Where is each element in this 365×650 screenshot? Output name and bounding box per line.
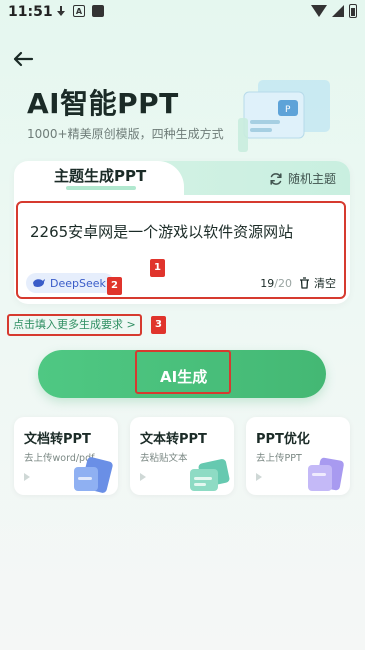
download-icon (56, 5, 66, 19)
play-icon (24, 473, 30, 481)
status-time: 11:51 (8, 4, 53, 20)
wifi-icon (311, 5, 327, 17)
clear-button[interactable]: 清空 (299, 275, 336, 291)
model-label: DeepSeek (50, 276, 106, 290)
tool-title: PPT优化 (256, 432, 310, 447)
annotation-badge-1: 1 (150, 259, 165, 277)
page-title: AI智能PPT (27, 87, 179, 120)
random-topic-label: 随机主题 (287, 172, 336, 186)
svg-text:P: P (285, 105, 291, 115)
annotation-badge-2: 2 (107, 277, 122, 295)
annotation-badge-3: 3 (151, 316, 166, 334)
ppt-file-icon (308, 457, 344, 491)
tool-cards: 文档转PPT 去上传word/pdf 文本转PPT 去粘贴文本 PPT优化 去上… (14, 417, 350, 495)
a-notification-icon: A (73, 5, 85, 17)
refresh-icon (270, 172, 282, 185)
tab-label: 主题生成PPT (54, 167, 147, 185)
ppt-illustration-icon: P (238, 80, 330, 152)
model-selector[interactable]: DeepSeek (26, 273, 114, 293)
tool-card-text-to-ppt[interactable]: 文本转PPT 去粘贴文本 (130, 417, 234, 495)
tool-subtitle: 去粘贴文本 (140, 453, 188, 464)
char-counter: 19/20 (260, 277, 292, 290)
more-requirements-link[interactable]: 点击填入更多生成要求 > (7, 314, 142, 336)
tab-underline (66, 186, 136, 190)
app-notification-icon (92, 5, 104, 17)
tool-title: 文本转PPT (140, 432, 207, 447)
tool-subtitle: 去上传PPT (256, 453, 302, 464)
tab-topic-generate[interactable]: 主题生成PPT (14, 161, 184, 197)
play-icon (256, 473, 262, 481)
clear-label: 清空 (314, 277, 336, 290)
prompt-input[interactable]: 2265安卓网是一个游戏以软件资源网站 DeepSeek 19/20 清空 (16, 201, 346, 299)
tool-title: 文档转PPT (24, 432, 91, 447)
tool-card-doc-to-ppt[interactable]: 文档转PPT 去上传word/pdf (14, 417, 118, 495)
char-count: 19 (260, 277, 275, 290)
whale-icon (33, 279, 45, 287)
signal-icon (332, 5, 344, 17)
ai-generate-label: AI生成 (160, 368, 208, 386)
play-icon (140, 473, 146, 481)
tool-card-ppt-optimize[interactable]: PPT优化 去上传PPT (246, 417, 350, 495)
back-arrow-icon (13, 51, 34, 67)
char-max: /20 (274, 277, 292, 290)
prompt-text[interactable]: 2265安卓网是一个游戏以软件资源网站 (30, 221, 293, 242)
text-paste-icon (190, 459, 230, 491)
status-bar: 11:51 A (0, 0, 365, 26)
document-icon (74, 457, 113, 493)
back-button[interactable] (12, 50, 34, 68)
page-subtitle: 1000+精美原创模版，四种生成方式 (27, 127, 224, 141)
prompt-card: 主题生成PPT 随机主题 2265安卓网是一个游戏以软件资源网站 DeepSee… (14, 161, 350, 304)
trash-icon (300, 277, 309, 289)
random-topic-button[interactable]: 随机主题 (269, 170, 336, 187)
battery-icon (349, 4, 357, 18)
